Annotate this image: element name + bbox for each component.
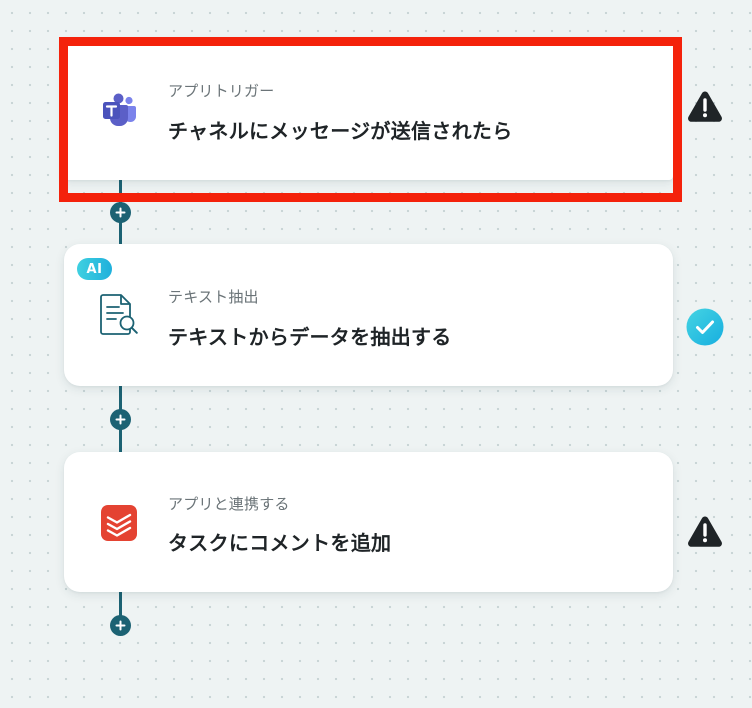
teams-icon [97, 88, 141, 132]
plus-icon [115, 414, 126, 425]
trigger-step-card[interactable]: アプリトリガー チャネルにメッセージが送信されたら [64, 40, 673, 180]
success-check-icon [686, 308, 724, 346]
step-title: タスクにコメントを追加 [168, 531, 392, 555]
plus-icon [115, 620, 126, 631]
add-step-button[interactable] [110, 615, 131, 636]
action-step-card[interactable]: アプリと連携する タスクにコメントを追加 [64, 452, 673, 592]
warning-icon[interactable] [686, 512, 724, 550]
ai-step-card[interactable]: AI テキスト抽出 テキストからデータを抽出する [64, 244, 673, 386]
todoist-icon [97, 501, 141, 545]
step-type-label: アプリと連携する [168, 495, 290, 513]
step-type-label: アプリトリガー [168, 82, 275, 100]
flow-canvas: アプリトリガー チャネルにメッセージが送信されたら AI テキスト抽出 テキスト… [0, 0, 752, 708]
document-search-icon [97, 293, 141, 337]
step-title: テキストからデータを抽出する [168, 325, 452, 349]
step-title: チャネルにメッセージが送信されたら [168, 119, 513, 143]
add-step-button[interactable] [110, 202, 131, 223]
ai-badge: AI [77, 258, 112, 280]
warning-icon[interactable] [686, 87, 724, 125]
step-type-label: テキスト抽出 [168, 288, 259, 306]
add-step-button[interactable] [110, 409, 131, 430]
plus-icon [115, 207, 126, 218]
